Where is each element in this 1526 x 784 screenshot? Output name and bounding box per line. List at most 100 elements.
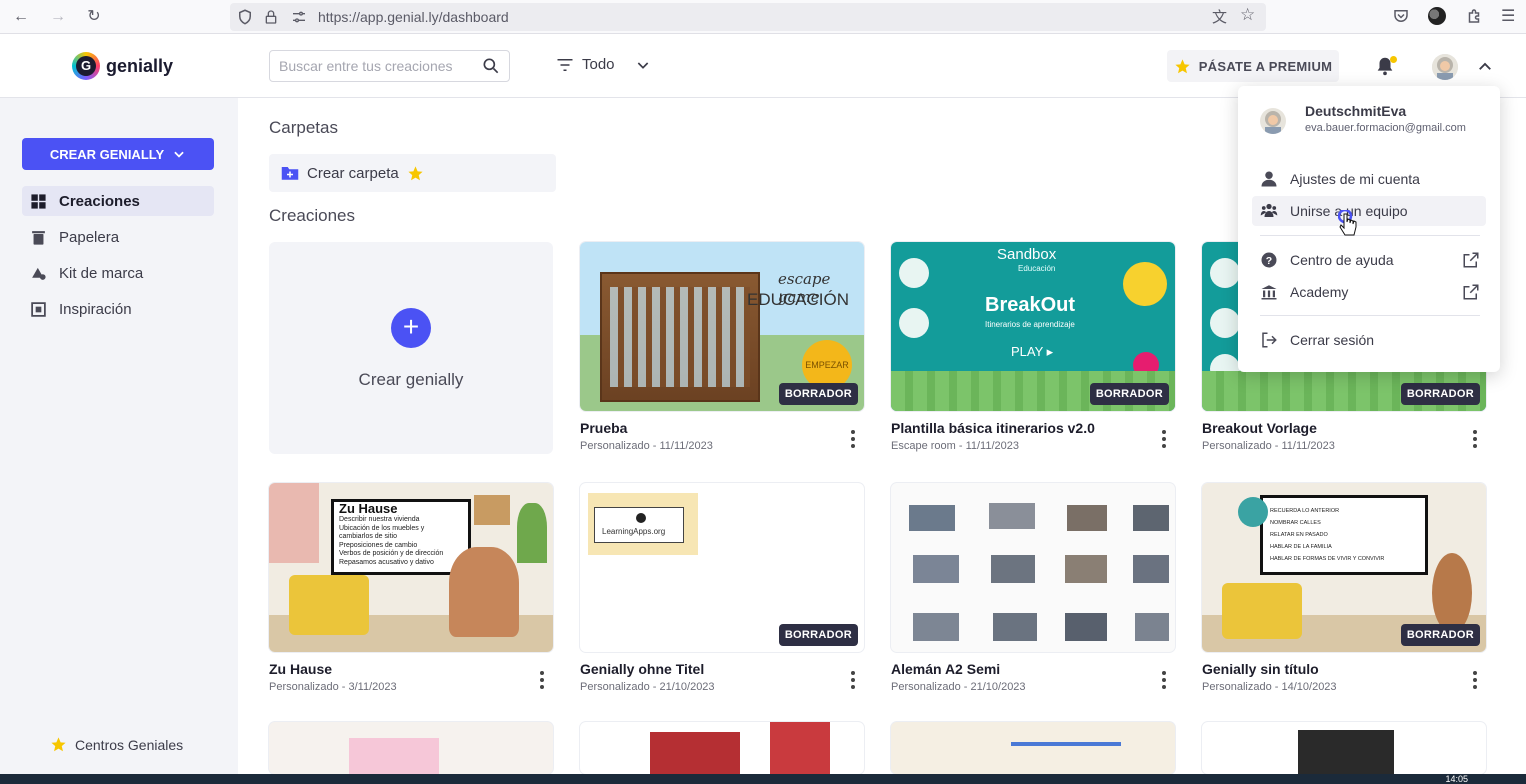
create-genially-button[interactable]: CREAR GENIALLY <box>22 138 214 170</box>
reload-icon[interactable]: ↻ <box>83 6 105 28</box>
centros-geniales-link[interactable]: Centros Geniales <box>50 736 183 753</box>
creation-thumbnail[interactable] <box>891 483 1175 652</box>
sidebar-item-papelera[interactable]: Papelera <box>22 222 214 252</box>
genially-logo-icon: G <box>72 52 100 80</box>
creation-card[interactable]: Sandbox Educación BreakOut Itinerarios d… <box>891 242 1175 452</box>
menu-item-academy[interactable]: Academy <box>1252 277 1486 307</box>
genially-logo[interactable]: G genially <box>72 52 173 80</box>
creation-card[interactable]: Zu Hause Describir nuestra vivienda Ubic… <box>269 483 553 693</box>
folder-add-icon <box>281 167 299 180</box>
url-text[interactable]: https://app.genial.ly/dashboard <box>318 9 509 25</box>
filter-label: Todo <box>582 56 615 73</box>
creation-title[interactable]: Breakout Vorlage <box>1202 420 1317 436</box>
creation-meta: Personalizado - 14/10/2023 <box>1202 681 1337 693</box>
creation-card[interactable]: escape game EDUCACIÓN EMPEZAR BORRADOR P… <box>580 242 864 452</box>
brand-kit-icon <box>32 267 46 280</box>
grid-icon <box>31 193 46 209</box>
menu-divider <box>1260 315 1480 316</box>
creation-thumbnail[interactable]: LearningApps.org BORRADOR <box>580 483 864 652</box>
avatar <box>1260 108 1286 134</box>
forward-icon[interactable]: → <box>47 6 69 28</box>
creation-thumbnail[interactable]: Sandbox Educación BreakOut Itinerarios d… <box>891 242 1175 411</box>
search-icon[interactable] <box>481 56 501 76</box>
user-email: eva.bauer.formacion@gmail.com <box>1305 122 1466 134</box>
menu-hamburger-icon[interactable]: ☰ <box>1501 6 1515 26</box>
creation-card[interactable]: Alemán A2 Semi Personalizado - 21/10/202… <box>891 483 1175 693</box>
address-bar[interactable]: https://app.genial.ly/dashboard 文 ☆ <box>230 3 1266 31</box>
creation-title[interactable]: Genially ohne Titel <box>580 661 704 677</box>
create-folder-button[interactable]: Crear carpeta <box>269 154 556 192</box>
star-icon <box>408 165 423 180</box>
user-icon <box>1261 171 1277 187</box>
creation-title[interactable]: Genially sin título <box>1202 661 1319 677</box>
extension-icon[interactable] <box>1428 7 1446 25</box>
filter-dropdown[interactable]: Todo <box>556 56 651 73</box>
creation-thumbnail[interactable] <box>580 722 864 774</box>
status-badge: BORRADOR <box>778 624 858 646</box>
translate-icon[interactable]: 文 <box>1212 6 1227 27</box>
creation-thumbnail[interactable] <box>269 722 553 774</box>
more-options-icon[interactable] <box>1470 671 1480 689</box>
menu-divider <box>1260 235 1480 236</box>
avatar[interactable] <box>1432 54 1458 80</box>
shield-icon[interactable] <box>236 8 254 26</box>
status-badge: BORRADOR <box>778 383 858 405</box>
more-options-icon[interactable] <box>1159 671 1169 689</box>
creation-title[interactable]: Prueba <box>580 420 627 436</box>
creation-thumbnail[interactable]: Zu Hause Describir nuestra vivienda Ubic… <box>269 483 553 652</box>
status-badge: BORRADOR <box>1400 624 1480 646</box>
search-box[interactable] <box>269 50 510 82</box>
creation-thumbnail[interactable]: RECUERDA LO ANTERIOR NOMBRAR CALLES RELA… <box>1202 483 1486 652</box>
lock-icon[interactable] <box>263 8 279 26</box>
more-options-icon[interactable] <box>848 430 858 448</box>
creation-thumbnail[interactable] <box>891 722 1175 774</box>
extensions-puzzle-icon[interactable] <box>1465 6 1483 26</box>
menu-item-help-center[interactable]: ? Centro de ayuda <box>1252 245 1486 275</box>
menu-item-join-team[interactable]: Unirse a un equipo <box>1252 196 1486 226</box>
chevron-up-icon[interactable] <box>1476 58 1494 76</box>
trash-icon <box>32 230 45 245</box>
more-options-icon[interactable] <box>1470 430 1480 448</box>
pocket-icon[interactable] <box>1392 7 1410 25</box>
user-name: DeutschmitEva <box>1305 103 1407 119</box>
filter-icon <box>557 58 573 71</box>
sidebar-item-inspiracion[interactable]: Inspiración <box>22 294 214 324</box>
creation-thumbnail[interactable] <box>1202 722 1486 774</box>
creation-thumbnail[interactable]: escape game EDUCACIÓN EMPEZAR BORRADOR <box>580 242 864 411</box>
creation-meta: Personalizado - 3/11/2023 <box>269 681 397 693</box>
sidebar-item-creaciones[interactable]: Creaciones <box>22 186 214 216</box>
more-options-icon[interactable] <box>537 671 547 689</box>
chevron-down-icon <box>174 151 184 158</box>
creation-title[interactable]: Alemán A2 Semi <box>891 661 1000 677</box>
creation-card[interactable]: LearningApps.org BORRADOR Genially ohne … <box>580 483 864 693</box>
academy-icon <box>1261 285 1277 300</box>
create-genially-card[interactable]: + Crear genially <box>269 242 553 454</box>
inspiration-icon <box>31 301 46 317</box>
mouse-cursor-icon <box>1338 210 1357 236</box>
logo-text: genially <box>106 55 174 76</box>
creation-title[interactable]: Zu Hause <box>269 661 332 677</box>
sidebar-item-kit-de-marca[interactable]: Kit de marca <box>22 258 214 288</box>
logout-icon <box>1262 332 1277 348</box>
bookmark-star-icon[interactable]: ☆ <box>1240 5 1255 25</box>
menu-item-logout[interactable]: Cerrar sesión <box>1252 325 1486 355</box>
creation-meta: Personalizado - 21/10/2023 <box>891 681 1026 693</box>
creation-meta: Personalizado - 21/10/2023 <box>580 681 715 693</box>
creation-title[interactable]: Plantilla básica itinerarios v2.0 <box>891 420 1095 436</box>
create-genially-label: Crear genially <box>358 370 464 389</box>
permissions-icon[interactable] <box>290 9 308 25</box>
help-icon: ? <box>1261 252 1277 268</box>
chevron-down-icon <box>637 61 648 69</box>
menu-item-account-settings[interactable]: Ajustes de mi cuenta <box>1252 164 1486 194</box>
star-icon <box>1175 58 1190 73</box>
sidebar: CREAR GENIALLY Creaciones Papelera Kit d… <box>0 98 238 774</box>
creation-card[interactable]: RECUERDA LO ANTERIOR NOMBRAR CALLES RELA… <box>1202 483 1486 693</box>
creation-meta: Personalizado - 11/11/2023 <box>1202 440 1335 452</box>
premium-button[interactable]: PÁSATE A PREMIUM <box>1167 50 1339 82</box>
search-input[interactable] <box>279 58 474 74</box>
more-options-icon[interactable] <box>1159 430 1169 448</box>
back-icon[interactable]: ← <box>10 6 32 28</box>
more-options-icon[interactable] <box>848 671 858 689</box>
plus-icon[interactable]: + <box>391 308 431 348</box>
creations-title: Creaciones <box>269 206 355 225</box>
